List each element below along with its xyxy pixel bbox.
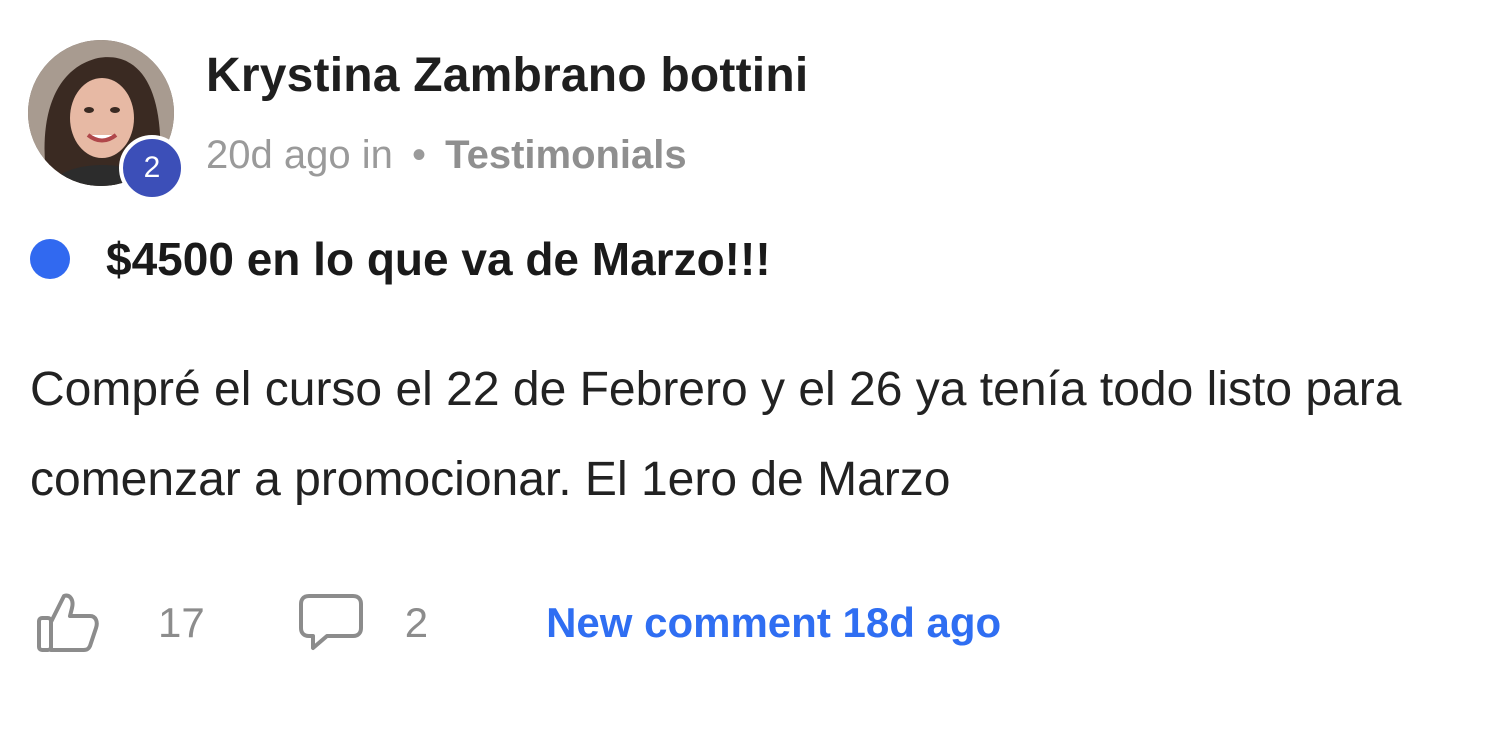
post-title-row[interactable]: $4500 en lo que va de Marzo!!! [28, 232, 771, 286]
post-body[interactable]: Compré el curso el 22 de Febrero y el 26… [30, 345, 1470, 525]
unread-indicator [30, 239, 70, 279]
post-time: 20d ago in [206, 133, 393, 177]
thumbs-up-icon[interactable] [36, 588, 100, 659]
author-avatar-wrap[interactable]: 2 [28, 40, 185, 201]
comment-bubble-icon[interactable] [297, 590, 365, 657]
meta-separator: • [411, 133, 426, 177]
comment-count: 2 [404, 599, 429, 646]
post-actions: 17 2 New comment 18d ago [36, 588, 1001, 658]
post-meta: 20d ago in • Testimonials [206, 133, 687, 178]
new-comment-link[interactable]: New comment 18d ago [546, 599, 1001, 647]
like-button[interactable]: 17 [36, 588, 205, 659]
like-count: 17 [158, 599, 205, 646]
level-badge: 2 [119, 135, 185, 201]
category-link[interactable]: Testimonials [445, 133, 687, 177]
comment-button[interactable]: 2 [297, 590, 428, 657]
post-title[interactable]: $4500 en lo que va de Marzo!!! [106, 232, 771, 286]
author-name[interactable]: Krystina Zambrano bottini [206, 48, 808, 103]
post-card: 2 Krystina Zambrano bottini 20d ago in •… [0, 0, 1500, 730]
